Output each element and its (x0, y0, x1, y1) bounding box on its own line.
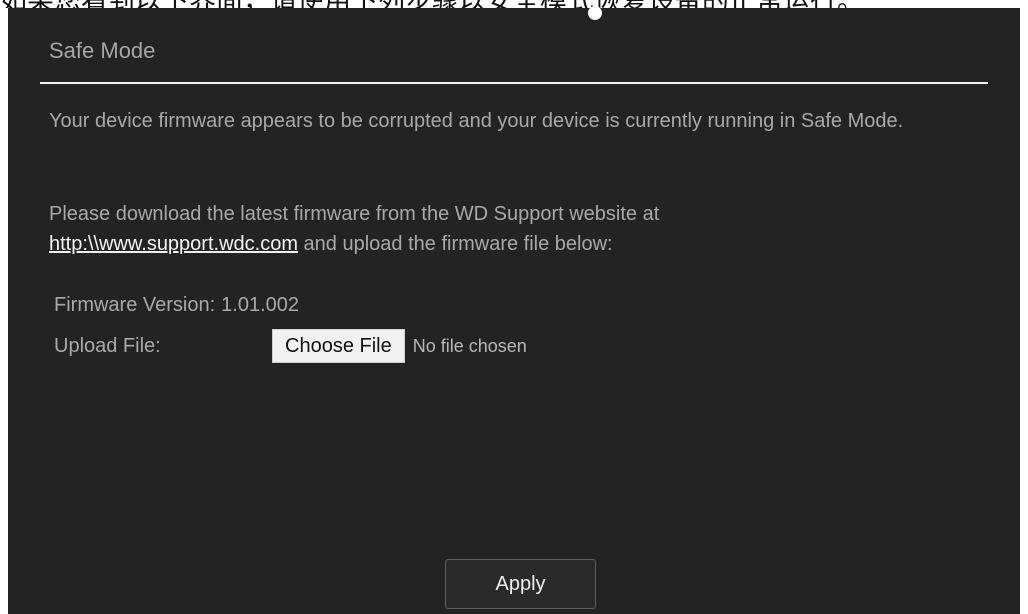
cursor-dot (588, 6, 602, 20)
title-divider (40, 82, 988, 84)
firmware-version-value: 1.01.002 (221, 293, 300, 316)
download-instructions-suffix: and upload the firmware file below: (303, 233, 613, 255)
apply-button[interactable]: Apply (445, 559, 596, 609)
page-caption: 如果您看到以下界面，请使用下列步骤以安全模式恢复设备的正常运行。 (0, 0, 1028, 8)
safe-mode-dialog: Safe Mode Your device firmware appears t… (8, 8, 1020, 614)
download-instructions-text: Please download the latest firmware from… (49, 203, 660, 225)
file-status-text: No file chosen (412, 335, 527, 356)
download-instructions: Please download the latest firmware from… (49, 199, 949, 259)
upload-file-label: Upload File: (54, 334, 161, 357)
choose-file-button[interactable]: Choose File (272, 329, 405, 363)
support-website-link[interactable]: http:\\www.support.wdc.com (49, 233, 298, 255)
firmware-version-label: Firmware Version: (54, 293, 216, 316)
firmware-corrupted-message: Your device firmware appears to be corru… (49, 110, 904, 132)
dialog-title: Safe Mode (49, 38, 156, 63)
upload-file-row: Upload File: Choose File No file chosen (54, 329, 527, 363)
firmware-version-row: Firmware Version: 1.01.002 (54, 290, 299, 320)
